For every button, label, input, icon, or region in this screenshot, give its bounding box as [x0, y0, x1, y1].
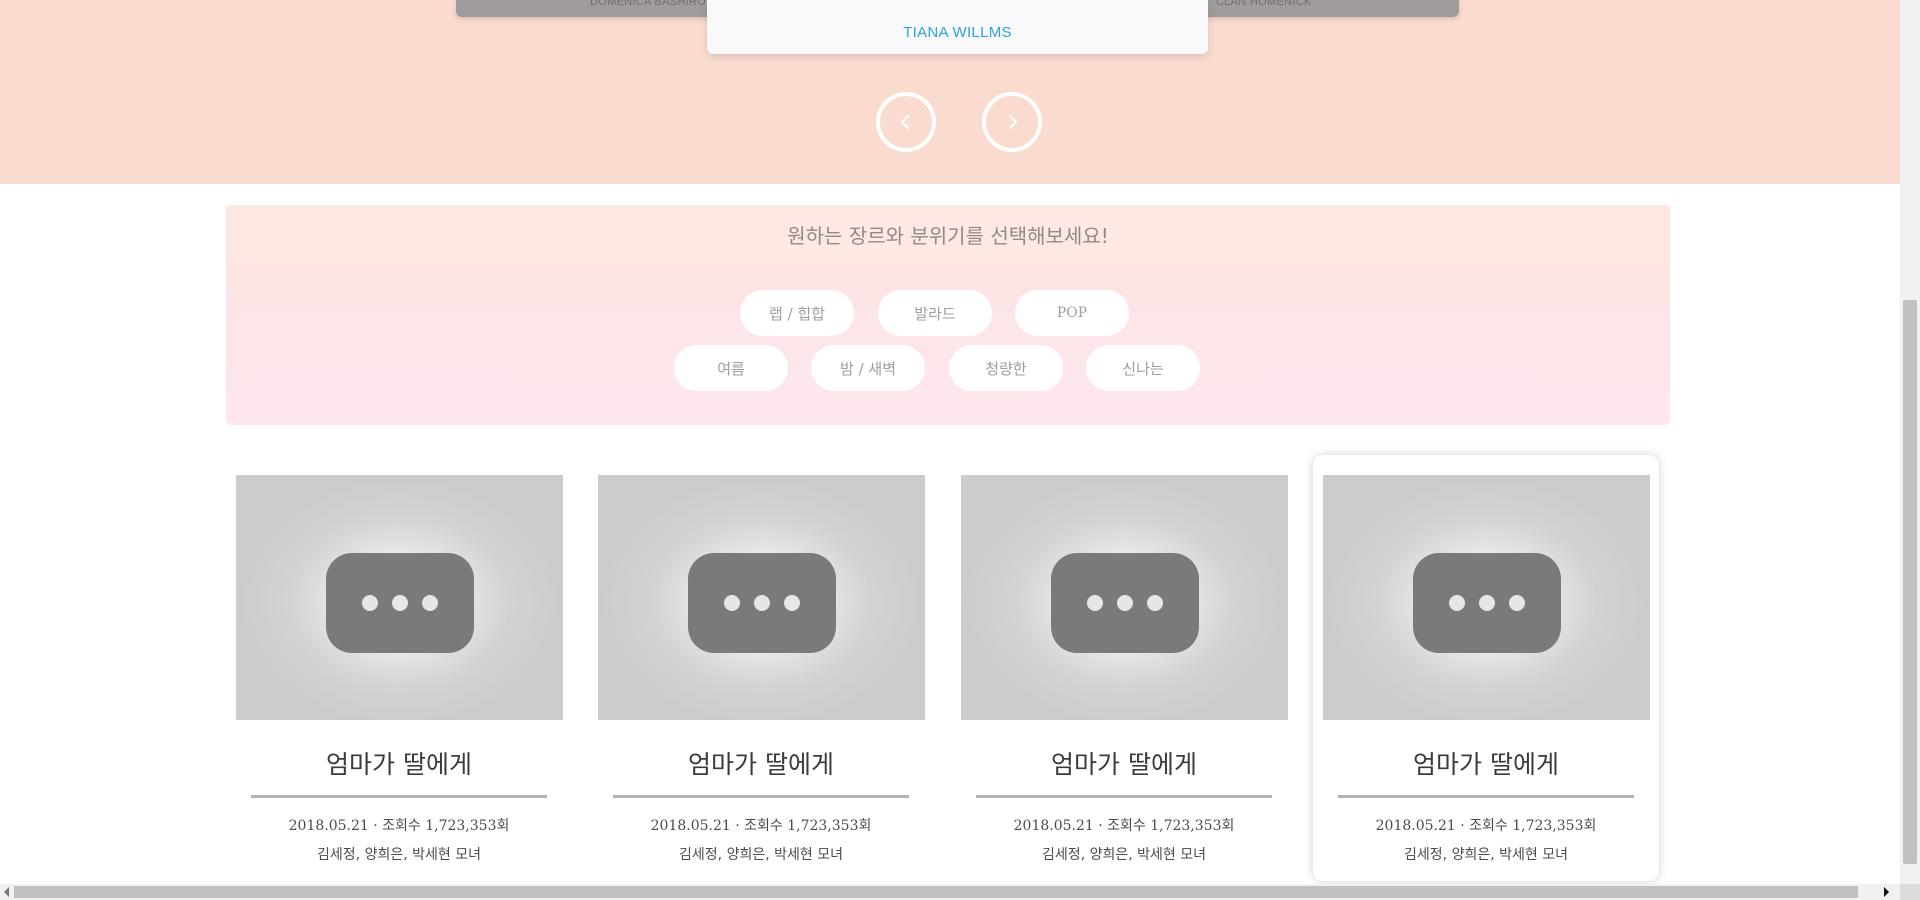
genre-mood-filter: 원하는 장르와 분위기를 선택해보세요! 랩 / 힙합 발라드 POP 여름 밤… [226, 205, 1670, 425]
video-card[interactable]: 엄마가 딸에게 2018.05.21 · 조회수 1,723,353회 김세정,… [588, 455, 934, 881]
video-artists: 김세정, 양희은, 박세현 모녀 [1042, 847, 1206, 863]
chip-summer[interactable]: 여름 [674, 345, 788, 391]
card-divider [613, 795, 909, 798]
video-meta: 2018.05.21 · 조회수 1,723,353회 [1375, 818, 1597, 834]
chip-refreshing[interactable]: 청량한 [949, 345, 1063, 391]
card-divider [1338, 795, 1634, 798]
card-divider [976, 795, 1272, 798]
vertical-scrollbar[interactable] [1900, 0, 1920, 884]
vertical-scroll-thumb[interactable] [1903, 300, 1917, 864]
video-title[interactable]: 엄마가 딸에게 [951, 745, 1297, 781]
chip-rap-hiphop[interactable]: 랩 / 힙합 [740, 290, 854, 336]
chevron-right-icon [1008, 114, 1018, 130]
video-artists: 김세정, 양희은, 박세현 모녀 [1404, 847, 1568, 863]
horizontal-scrollbar[interactable] [0, 884, 1920, 900]
carousel-card-label: DOMENICA BASHIRO [590, 0, 707, 8]
chip-ballad[interactable]: 발라드 [878, 290, 992, 336]
carousel-card-active[interactable]: TIANA WILLMS [707, 0, 1208, 54]
scroll-right-arrow-icon[interactable] [1884, 887, 1889, 897]
carousel-card-label: CLAN HOMENICK [1216, 0, 1312, 8]
scroll-left-arrow-icon[interactable] [4, 887, 9, 897]
video-title[interactable]: 엄마가 딸에게 [226, 745, 572, 781]
carousel-next-button[interactable] [982, 92, 1042, 152]
video-artists: 김세정, 양희은, 박세현 모녀 [317, 847, 481, 863]
video-thumbnail[interactable] [598, 475, 925, 720]
video-title[interactable]: 엄마가 딸에게 [1313, 745, 1659, 781]
carousel-card-left[interactable]: DOMENICA BASHIRO [456, 0, 716, 17]
video-card[interactable]: 엄마가 딸에게 2018.05.21 · 조회수 1,723,353회 김세정,… [951, 455, 1297, 881]
filter-heading: 원하는 장르와 분위기를 선택해보세요! [226, 205, 1670, 264]
chip-night-dawn[interactable]: 밤 / 새벽 [811, 345, 925, 391]
video-thumbnail[interactable] [961, 475, 1288, 720]
video-placeholder-icon [687, 552, 836, 653]
scrollbar-corner [1900, 884, 1920, 900]
artist-carousel: DOMENICA BASHIRO CLAN HOMENICK TIANA WIL… [0, 0, 1900, 184]
video-meta: 2018.05.21 · 조회수 1,723,353회 [650, 818, 872, 834]
chip-pop[interactable]: POP [1015, 290, 1129, 336]
video-placeholder-icon [1050, 552, 1199, 653]
video-artists: 김세정, 양희은, 박세현 모녀 [679, 847, 843, 863]
video-card[interactable]: 엄마가 딸에게 2018.05.21 · 조회수 1,723,353회 김세정,… [1313, 455, 1659, 881]
video-meta: 2018.05.21 · 조회수 1,723,353회 [1013, 818, 1235, 834]
horizontal-scroll-thumb[interactable] [14, 886, 1858, 898]
video-meta: 2018.05.21 · 조회수 1,723,353회 [288, 818, 510, 834]
card-divider [251, 795, 547, 798]
video-thumbnail[interactable] [236, 475, 563, 720]
video-placeholder-icon [1412, 552, 1561, 653]
carousel-prev-button[interactable] [876, 92, 936, 152]
chip-exciting[interactable]: 신나는 [1086, 345, 1200, 391]
video-title[interactable]: 엄마가 딸에게 [588, 745, 934, 781]
chevron-left-icon [900, 114, 910, 130]
carousel-card-right[interactable]: CLAN HOMENICK [1200, 0, 1459, 17]
artist-name: TIANA WILLMS [903, 24, 1012, 41]
video-thumbnail[interactable] [1323, 475, 1650, 720]
video-placeholder-icon [325, 552, 474, 653]
video-card[interactable]: 엄마가 딸에게 2018.05.21 · 조회수 1,723,353회 김세정,… [226, 455, 572, 881]
